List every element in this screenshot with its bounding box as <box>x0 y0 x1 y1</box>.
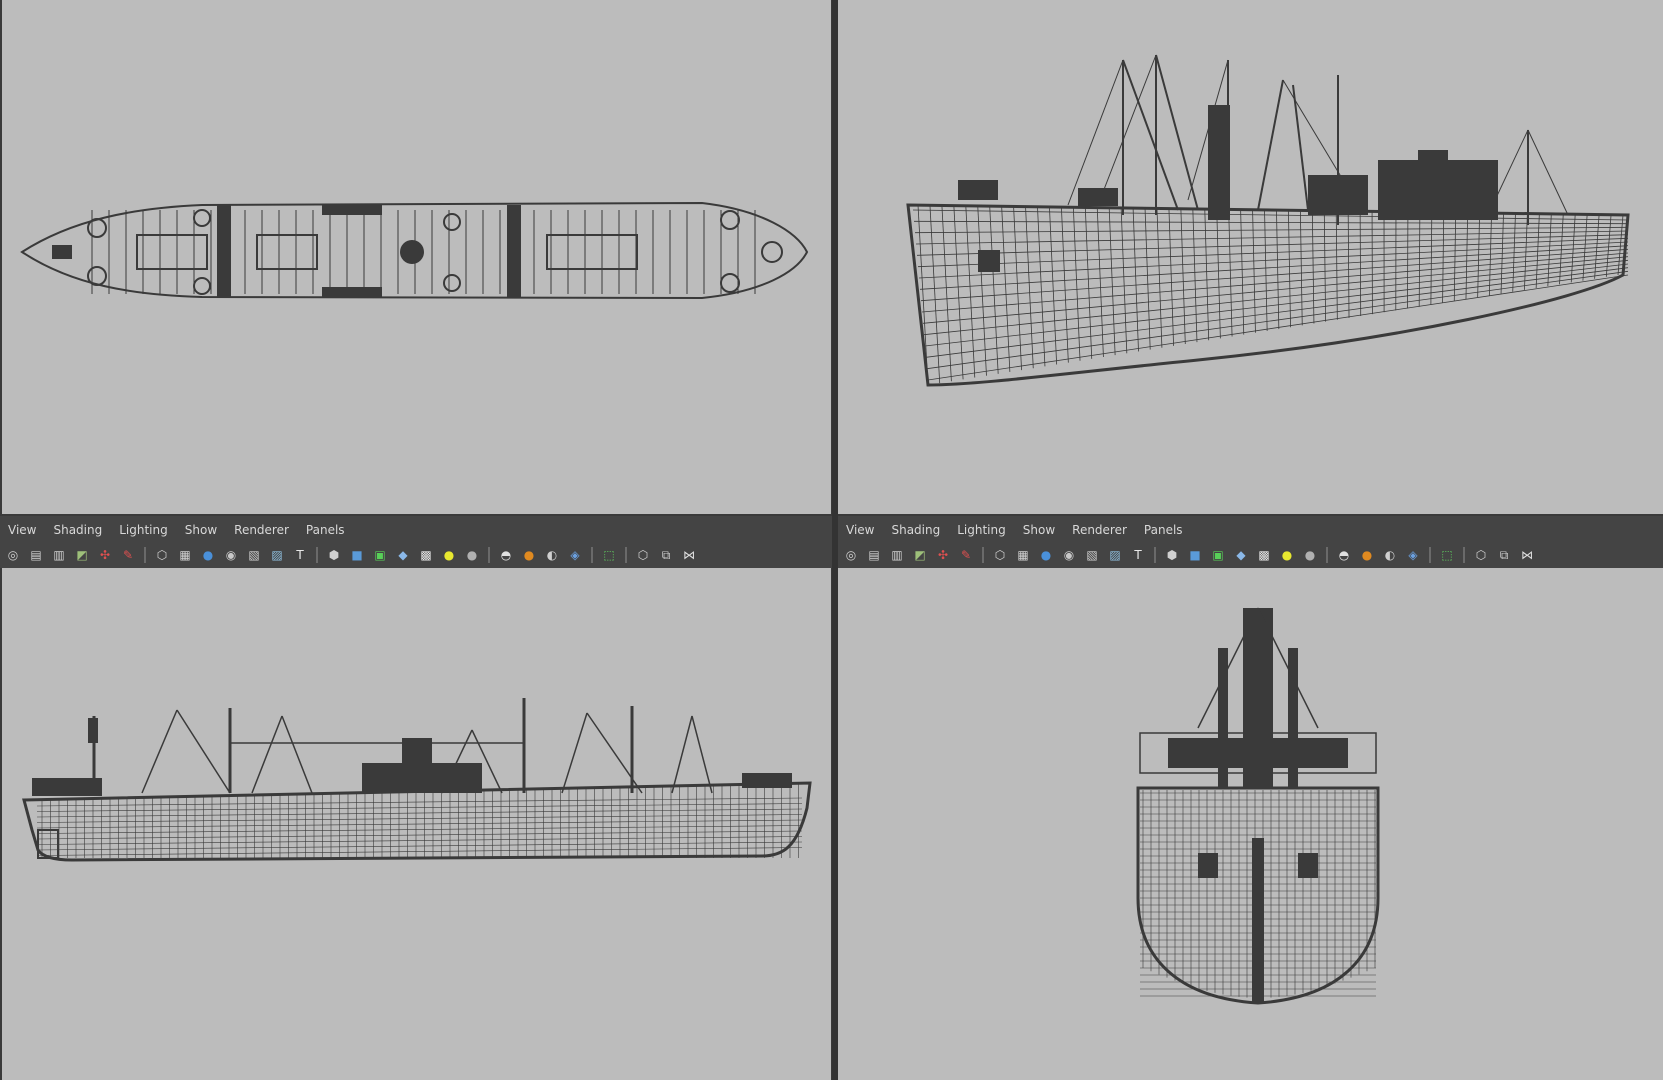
image-plane-icon[interactable]: ◩ <box>911 546 929 564</box>
isolate-select-icon[interactable]: ⬚ <box>600 546 618 564</box>
all-lights-icon[interactable]: ● <box>1301 546 1319 564</box>
ship-front-view <box>1136 607 1380 1005</box>
toolbar-separator <box>1463 547 1465 563</box>
toolbar-separator <box>625 547 627 563</box>
wireframe-on-shaded-icon[interactable]: ▣ <box>1209 546 1227 564</box>
ship-perspective-view <box>906 54 1630 387</box>
safe-title-icon[interactable]: ▨ <box>268 546 286 564</box>
film-gate-icon[interactable]: ✎ <box>119 546 137 564</box>
toolbar-separator <box>488 547 490 563</box>
grid-icon[interactable]: ✣ <box>934 546 952 564</box>
isolate-select-icon[interactable]: ⬚ <box>1438 546 1456 564</box>
all-lights-icon[interactable]: ● <box>463 546 481 564</box>
camera-tools-icon[interactable]: ▤ <box>865 546 883 564</box>
right-panel-menu: View Shading Lighting Show Renderer Pane… <box>846 523 1183 537</box>
menu-panels[interactable]: Panels <box>1144 523 1183 537</box>
bookmark-icon[interactable]: ▥ <box>50 546 68 564</box>
motion-blur-icon[interactable]: ◐ <box>543 546 561 564</box>
menu-show[interactable]: Show <box>185 523 217 537</box>
grid-icon[interactable]: ✣ <box>96 546 114 564</box>
perspective-viewport[interactable] <box>838 0 1663 514</box>
toolbar-separator <box>144 547 146 563</box>
menu-view[interactable]: View <box>8 523 36 537</box>
right-panel-bar: View Shading Lighting Show Renderer Pane… <box>838 516 1663 568</box>
checker-icon[interactable]: ▩ <box>417 546 435 564</box>
smooth-shade-icon[interactable]: ■ <box>348 546 366 564</box>
menu-shading[interactable]: Shading <box>891 523 940 537</box>
menu-renderer[interactable]: Renderer <box>234 523 289 537</box>
xray-icon[interactable]: ⬡ <box>1472 546 1490 564</box>
safe-action-icon[interactable]: ▧ <box>245 546 263 564</box>
screen-space-ao-icon[interactable]: ● <box>520 546 538 564</box>
motion-blur-icon[interactable]: ◐ <box>1381 546 1399 564</box>
menu-renderer[interactable]: Renderer <box>1072 523 1127 537</box>
ship-side-view <box>22 698 812 862</box>
resolution-gate-icon[interactable]: ▦ <box>176 546 194 564</box>
textured-icon[interactable]: ◆ <box>394 546 412 564</box>
xray-joints-icon[interactable]: ⧉ <box>1495 546 1513 564</box>
wireframe-icon[interactable]: ⬡ <box>153 546 171 564</box>
left-panel-menu: View Shading Lighting Show Renderer Pane… <box>8 523 345 537</box>
field-chart-icon[interactable]: ◉ <box>1060 546 1078 564</box>
resolution-gate-icon[interactable]: ▦ <box>1014 546 1032 564</box>
field-chart-icon[interactable]: ◉ <box>222 546 240 564</box>
wireframe-shading-icon[interactable]: ⬢ <box>325 546 343 564</box>
default-light-icon[interactable]: ● <box>440 546 458 564</box>
left-panel-toolbar: ◎ ▤ ▥ ◩ ✣ ✎ ⬡ ▦ ● ◉ ▧ ▨ T ⬢ ■ ▣ ◆ ▩ ● ● ◓ ● ◐ ◈ ⬚ ⬡ ⧉ ⋈ <box>4 545 703 565</box>
gate-mask-icon[interactable]: ● <box>199 546 217 564</box>
toolbar-separator <box>982 547 984 563</box>
bookmark-icon[interactable]: ▥ <box>888 546 906 564</box>
gate-mask-icon[interactable]: ● <box>1037 546 1055 564</box>
left-panel-bar: View Shading Lighting Show Renderer Pane… <box>0 516 832 568</box>
toolbar-separator <box>1154 547 1156 563</box>
menu-panels[interactable]: Panels <box>306 523 345 537</box>
safe-title-icon[interactable]: ▨ <box>1106 546 1124 564</box>
menu-view[interactable]: View <box>846 523 874 537</box>
xray-icon[interactable]: ⬡ <box>634 546 652 564</box>
camera-attributes-icon[interactable]: ◎ <box>4 546 22 564</box>
toolbar-separator <box>591 547 593 563</box>
menu-shading[interactable]: Shading <box>53 523 102 537</box>
menu-lighting[interactable]: Lighting <box>119 523 168 537</box>
camera-attributes-icon[interactable]: ◎ <box>842 546 860 564</box>
textured-icon[interactable]: ◆ <box>1232 546 1250 564</box>
ship-top-view <box>20 201 809 300</box>
safe-action-icon[interactable]: ▧ <box>1083 546 1101 564</box>
shadows-icon[interactable]: ◓ <box>1335 546 1353 564</box>
toolbar-separator <box>1326 547 1328 563</box>
pane-divider[interactable] <box>832 0 838 1080</box>
menu-lighting[interactable]: Lighting <box>957 523 1006 537</box>
image-plane-icon[interactable]: ◩ <box>73 546 91 564</box>
shadows-icon[interactable]: ◓ <box>497 546 515 564</box>
xray-joints-icon[interactable]: ⧉ <box>657 546 675 564</box>
right-panel-toolbar: ◎ ▤ ▥ ◩ ✣ ✎ ⬡ ▦ ● ◉ ▧ ▨ T ⬢ ■ ▣ ◆ ▩ ● ● ◓ ● ◐ ◈ ⬚ ⬡ ⧉ ⋈ <box>842 545 1541 565</box>
toolbar-separator <box>1429 547 1431 563</box>
wireframe-shading-icon[interactable]: ⬢ <box>1163 546 1181 564</box>
multisample-icon[interactable]: ◈ <box>566 546 584 564</box>
top-viewport[interactable] <box>2 0 831 514</box>
front-viewport[interactable] <box>838 568 1663 1080</box>
default-light-icon[interactable]: ● <box>1278 546 1296 564</box>
smooth-shade-icon[interactable]: ■ <box>1186 546 1204 564</box>
text-icon[interactable]: T <box>1129 546 1147 564</box>
screen-space-ao-icon[interactable]: ● <box>1358 546 1376 564</box>
checker-icon[interactable]: ▩ <box>1255 546 1273 564</box>
text-icon[interactable]: T <box>291 546 309 564</box>
xray-components-icon[interactable]: ⋈ <box>1518 546 1536 564</box>
film-gate-icon[interactable]: ✎ <box>957 546 975 564</box>
xray-components-icon[interactable]: ⋈ <box>680 546 698 564</box>
toolbar-separator <box>316 547 318 563</box>
multisample-icon[interactable]: ◈ <box>1404 546 1422 564</box>
wireframe-icon[interactable]: ⬡ <box>991 546 1009 564</box>
camera-tools-icon[interactable]: ▤ <box>27 546 45 564</box>
side-viewport[interactable] <box>2 568 831 1080</box>
menu-show[interactable]: Show <box>1023 523 1055 537</box>
wireframe-on-shaded-icon[interactable]: ▣ <box>371 546 389 564</box>
